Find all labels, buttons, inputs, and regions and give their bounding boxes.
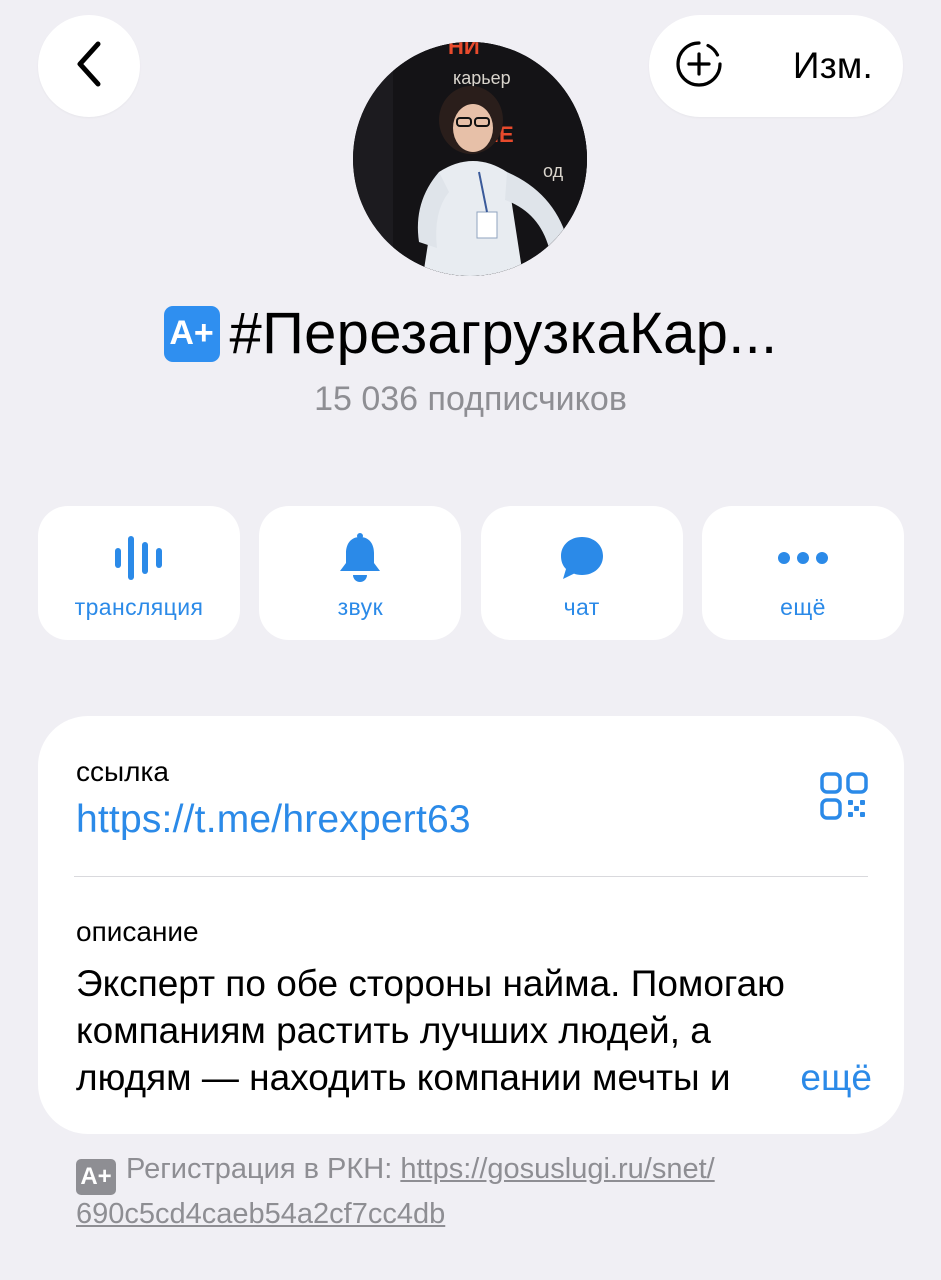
subscriber-count: 15 036 подписчиков <box>314 380 627 418</box>
registry-badge-icon: A+ <box>76 1159 116 1195</box>
qr-code-icon[interactable] <box>820 772 868 825</box>
registration-link-part1[interactable]: https://gosuslugi.ru/snet/ <box>400 1153 714 1185</box>
channel-title-row: A+ #ПерезагрузкаКар... <box>0 300 941 367</box>
bell-icon <box>336 532 384 584</box>
registration-text: Регистрация в РКН: <box>126 1153 401 1185</box>
more-label: ещё <box>780 594 826 620</box>
registration-note: A+ Регистрация в РКН: https://gosuslugi.r… <box>76 1150 876 1233</box>
top-right-controls: Изм. <box>649 15 903 117</box>
circle-plus-icon[interactable] <box>675 40 723 93</box>
live-stream-button[interactable]: трансляция <box>38 506 240 640</box>
channel-badge-icon: A+ <box>163 305 220 362</box>
sound-label: звук <box>337 594 384 620</box>
sound-button[interactable]: звук <box>259 506 462 640</box>
svg-text:од: од <box>543 161 564 181</box>
description-line: компаниям растить лучших людей, а <box>76 1010 711 1051</box>
more-button[interactable]: ещё <box>701 506 904 640</box>
info-card: ссылка https://t.me/hrexpert63 описание … <box>38 716 904 1134</box>
chat-button[interactable]: чат <box>480 506 683 640</box>
divider <box>74 876 868 877</box>
chat-label: чат <box>563 594 600 620</box>
live-stream-label: трансляция <box>74 594 204 620</box>
text-fade <box>730 1054 801 1101</box>
registration-link-part2[interactable]: 690c5cd4caeb54a2cf7cc4db <box>76 1198 445 1230</box>
channel-avatar[interactable]: НИ карьер КОЧЕ од <box>353 42 587 276</box>
description-more-wrap: ещё <box>730 1054 872 1101</box>
channel-title: #ПерезагрузкаКар... <box>229 301 778 366</box>
chat-bubble-icon <box>558 532 606 584</box>
description-line: Эксперт по обе стороны найма. Помогаю <box>76 963 785 1004</box>
action-bar: трансляция звук чат ещё <box>38 506 904 640</box>
channel-link[interactable]: https://t.me/hrexpert63 <box>76 798 471 842</box>
description-caption: описание <box>76 916 199 947</box>
description-more-link[interactable]: ещё <box>800 1054 872 1101</box>
back-button[interactable] <box>38 15 140 117</box>
svg-text:карьер: карьер <box>453 68 511 88</box>
link-caption: ссылка <box>76 756 169 787</box>
svg-text:НИ: НИ <box>448 42 480 59</box>
chevron-left-icon <box>72 40 106 93</box>
live-stream-icon <box>113 532 165 584</box>
edit-button[interactable]: Изм. <box>793 45 873 87</box>
more-dots-icon <box>777 532 829 584</box>
